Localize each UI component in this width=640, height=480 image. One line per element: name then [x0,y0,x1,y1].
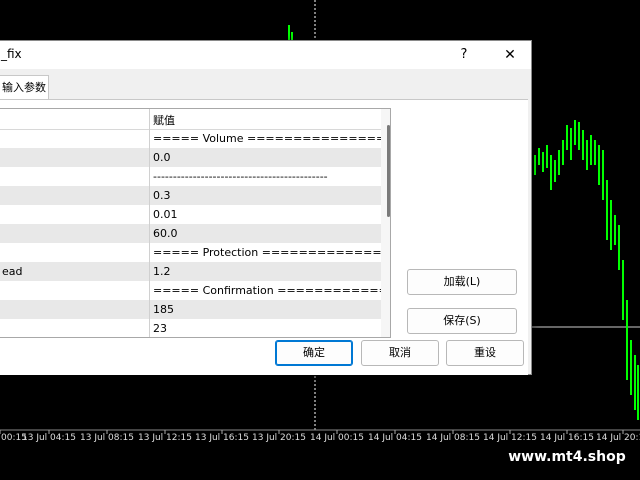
ok-button[interactable]: 确定 [275,340,353,366]
tab-inputs[interactable]: 输入参数 [0,75,49,99]
parameter-row[interactable]: 185 [0,300,381,320]
parameter-value[interactable]: ===== Protection ============= [153,246,381,259]
parameter-value[interactable]: 23 [153,322,381,335]
parameter-row[interactable]: ===== Protection ============= [0,243,381,263]
save-button[interactable]: 保存(S) [407,308,517,334]
reset-button[interactable]: 重设 [446,340,524,366]
help-button[interactable]: ? [453,45,475,65]
parameter-value[interactable]: 60.0 [153,227,381,240]
close-icon[interactable]: ✕ [499,45,521,65]
parameter-row[interactable]: 0.3 [0,186,381,206]
parameter-value[interactable]: 0.0 [153,151,381,164]
header-value-column[interactable]: 赋值 [153,112,175,128]
grid-header: 赋值 [0,109,390,130]
parameter-row[interactable]: 0.01 [0,205,381,225]
scrollbar-thumb[interactable] [387,125,390,217]
time-axis-label: 13 Jul 12:15 [138,433,192,443]
cancel-button[interactable]: 取消 [361,340,439,366]
parameter-row[interactable]: 23 [0,319,381,337]
dialog-title: _fix [1,47,22,61]
time-axis-label: 13 Jul 04:15 [22,433,76,443]
column-divider[interactable] [149,109,150,337]
parameter-row[interactable]: ead 1.2 [0,262,381,282]
expert-properties-dialog: _fix ? ✕ 输入参数 赋值 ===== Volume ==========… [0,40,532,375]
parameter-row[interactable]: ===== Volume ================= [0,129,381,149]
time-axis-label: 13 Jul 16:15 [195,433,249,443]
parameter-value[interactable]: ----------------------------------------… [153,170,381,183]
time-axis-label: 13 Jul 08:15 [80,433,134,443]
dialog-titlebar[interactable]: _fix ? ✕ [0,41,531,69]
time-axis-label: 14 Jul 04:15 [368,433,422,443]
parameters-grid[interactable]: 赋值 ===== Volume ================= 0.0 ----… [0,108,391,338]
parameter-row[interactable]: ===== Confirmation ============ [0,281,381,301]
parameter-value[interactable]: ===== Volume ================= [153,132,381,145]
parameter-row[interactable]: 60.0 [0,224,381,244]
parameter-row[interactable]: 0.0 [0,148,381,168]
parameter-value[interactable]: 185 [153,303,381,316]
watermark: www.mt4.shop [497,442,637,472]
parameter-row[interactable]: ----------------------------------------… [0,167,381,187]
parameter-value[interactable]: 0.01 [153,208,381,221]
load-button[interactable]: 加载(L) [407,269,517,295]
parameter-value[interactable]: 1.2 [153,265,381,278]
time-axis-label: 14 Jul 08:15 [426,433,480,443]
time-axis-label: 13 Jul 20:15 [252,433,306,443]
parameter-name: ead [2,265,23,278]
parameter-value[interactable]: 0.3 [153,189,381,202]
time-axis-label: 14 Jul 00:15 [310,433,364,443]
parameter-value[interactable]: ===== Confirmation ============ [153,284,381,297]
